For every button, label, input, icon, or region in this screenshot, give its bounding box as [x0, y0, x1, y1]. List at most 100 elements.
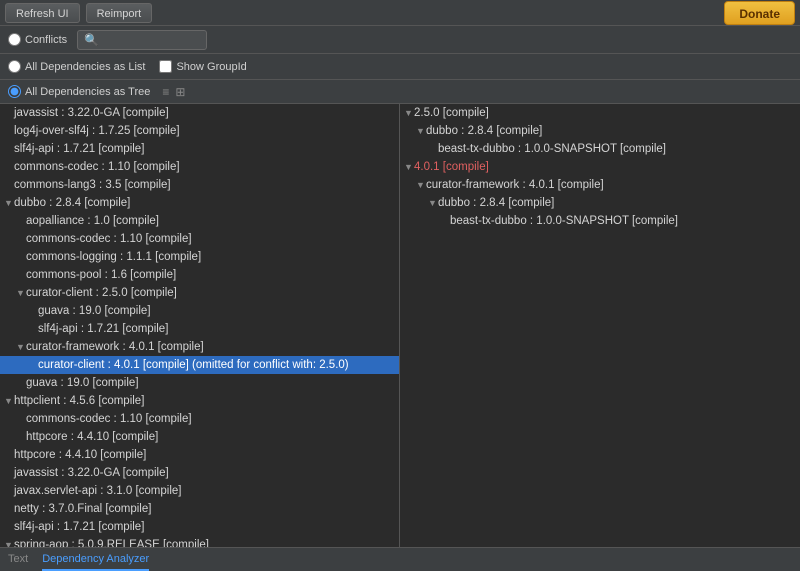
left-tree-item[interactable]: slf4j-api : 1.7.21 [compile]: [0, 518, 399, 536]
all-deps-tree-radio-group[interactable]: All Dependencies as Tree: [8, 85, 150, 98]
left-tree-item[interactable]: guava : 19.0 [compile]: [0, 302, 399, 320]
expand-arrow-icon: [16, 285, 26, 301]
left-tree-item[interactable]: log4j-over-slf4j : 1.7.25 [compile]: [0, 122, 399, 140]
tree-item-label: slf4j-api : 1.7.21 [compile]: [38, 321, 395, 337]
tree-item-label: spring-aop : 5.0.9.RELEASE [compile]: [14, 537, 395, 547]
left-tree-item[interactable]: netty : 3.7.0.Final [compile]: [0, 500, 399, 518]
tree-item-label: commons-codec : 1.10 [compile]: [14, 159, 395, 175]
right-tree-item[interactable]: beast-tx-dubbo : 1.0.0-SNAPSHOT [compile…: [400, 212, 800, 230]
left-tree-item[interactable]: commons-lang3 : 3.5 [compile]: [0, 176, 399, 194]
tree-item-label: javassist : 3.22.0-GA [compile]: [14, 465, 395, 481]
tree-item-label: javax.servlet-api : 3.1.0 [compile]: [14, 483, 395, 499]
tree-bar: All Dependencies as Tree ≡ ⊞: [0, 80, 800, 104]
left-tree-item[interactable]: dubbo : 2.8.4 [compile]: [0, 194, 399, 212]
tree-item-label: commons-codec : 1.10 [compile]: [26, 231, 395, 247]
expand-arrow-icon: [4, 393, 14, 409]
conflicts-radio-group[interactable]: Conflicts: [8, 33, 67, 46]
expand-arrow-icon: [428, 195, 438, 211]
expand-arrow-icon: [416, 123, 426, 139]
all-deps-list-radio-group[interactable]: All Dependencies as List: [8, 60, 145, 73]
left-tree-item[interactable]: commons-logging : 1.1.1 [compile]: [0, 248, 399, 266]
all-deps-tree-label: All Dependencies as Tree: [25, 86, 150, 98]
tree-item-label: curator-framework : 4.0.1 [compile]: [26, 339, 395, 355]
left-tree-item[interactable]: spring-aop : 5.0.9.RELEASE [compile]: [0, 536, 399, 547]
filter-bar: Conflicts 🔍: [0, 26, 800, 54]
donate-button[interactable]: Donate: [724, 1, 795, 25]
left-tree-item[interactable]: slf4j-api : 1.7.21 [compile]: [0, 320, 399, 338]
search-icon: 🔍: [84, 33, 99, 47]
expand-arrow-icon: [16, 339, 26, 355]
tree-item-label: httpclient : 4.5.6 [compile]: [14, 393, 395, 409]
all-deps-list-radio[interactable]: [8, 60, 21, 73]
reimport-button[interactable]: Reimport: [86, 3, 153, 23]
right-tree-item[interactable]: beast-tx-dubbo : 1.0.0-SNAPSHOT [compile…: [400, 140, 800, 158]
expand-arrow-icon: [4, 195, 14, 211]
show-groupid-label: Show GroupId: [176, 61, 246, 73]
options-bar: All Dependencies as List Show GroupId: [0, 54, 800, 80]
left-tree-item[interactable]: slf4j-api : 1.7.21 [compile]: [0, 140, 399, 158]
right-tree-item[interactable]: dubbo : 2.8.4 [compile]: [400, 194, 800, 212]
right-tree-item[interactable]: dubbo : 2.8.4 [compile]: [400, 122, 800, 140]
tree-item-label: 2.5.0 [compile]: [414, 105, 796, 121]
tree-item-label: beast-tx-dubbo : 1.0.0-SNAPSHOT [compile…: [438, 141, 796, 157]
tree-item-label: commons-pool : 1.6 [compile]: [26, 267, 395, 283]
tree-item-label: commons-lang3 : 3.5 [compile]: [14, 177, 395, 193]
toolbar: Refresh UI Reimport Donate: [0, 0, 800, 26]
tree-item-label: dubbo : 2.8.4 [compile]: [14, 195, 395, 211]
right-tree-item[interactable]: 4.0.1 [compile]: [400, 158, 800, 176]
left-tree-item[interactable]: curator-client : 2.5.0 [compile]: [0, 284, 399, 302]
conflicts-label: Conflicts: [25, 34, 67, 46]
all-deps-tree-radio[interactable]: [8, 85, 21, 98]
tab-dependency-analyzer[interactable]: Dependency Analyzer: [42, 549, 149, 571]
tree-item-label: guava : 19.0 [compile]: [26, 375, 395, 391]
tree-item-label: httpcore : 4.4.10 [compile]: [26, 429, 395, 445]
tree-item-label: commons-codec : 1.10 [compile]: [26, 411, 395, 427]
left-tree-item[interactable]: aopalliance : 1.0 [compile]: [0, 212, 399, 230]
tree-item-label: guava : 19.0 [compile]: [38, 303, 395, 319]
expand-arrow-icon: [416, 177, 426, 193]
tree-item-label: beast-tx-dubbo : 1.0.0-SNAPSHOT [compile…: [450, 213, 796, 229]
right-panel[interactable]: 2.5.0 [compile]dubbo : 2.8.4 [compile]be…: [400, 104, 800, 547]
right-tree-item[interactable]: curator-framework : 4.0.1 [compile]: [400, 176, 800, 194]
left-tree-item[interactable]: commons-pool : 1.6 [compile]: [0, 266, 399, 284]
tree-item-label: dubbo : 2.8.4 [compile]: [426, 123, 796, 139]
left-tree-item[interactable]: commons-codec : 1.10 [compile]: [0, 158, 399, 176]
all-deps-list-label: All Dependencies as List: [25, 61, 145, 73]
tree-item-label: slf4j-api : 1.7.21 [compile]: [14, 141, 395, 157]
search-input[interactable]: [99, 34, 200, 46]
left-tree-item[interactable]: javassist : 3.22.0-GA [compile]: [0, 464, 399, 482]
left-tree-item[interactable]: guava : 19.0 [compile]: [0, 374, 399, 392]
left-panel[interactable]: javassist : 3.22.0-GA [compile] log4j-ove…: [0, 104, 400, 547]
tab-bar: Text Dependency Analyzer: [0, 547, 800, 571]
left-tree-item[interactable]: httpcore : 4.4.10 [compile]: [0, 428, 399, 446]
tree-item-label: curator-client : 2.5.0 [compile]: [26, 285, 395, 301]
left-tree-item[interactable]: httpcore : 4.4.10 [compile]: [0, 446, 399, 464]
tree-item-label: netty : 3.7.0.Final [compile]: [14, 501, 395, 517]
left-tree-item[interactable]: javassist : 3.22.0-GA [compile]: [0, 104, 399, 122]
expand-arrow-icon: [4, 537, 14, 547]
tree-item-label: javassist : 3.22.0-GA [compile]: [14, 105, 395, 121]
tree-item-label: aopalliance : 1.0 [compile]: [26, 213, 395, 229]
tree-item-label: 4.0.1 [compile]: [414, 159, 796, 175]
left-tree-item[interactable]: curator-framework : 4.0.1 [compile]: [0, 338, 399, 356]
left-tree-item[interactable]: commons-codec : 1.10 [compile]: [0, 410, 399, 428]
tree-item-label: curator-framework : 4.0.1 [compile]: [426, 177, 796, 193]
tab-text[interactable]: Text: [8, 549, 28, 571]
left-tree-item[interactable]: javax.servlet-api : 3.1.0 [compile]: [0, 482, 399, 500]
left-tree-item[interactable]: curator-client : 4.0.1 [compile] (omitte…: [0, 356, 399, 374]
conflicts-radio[interactable]: [8, 33, 21, 46]
tree-item-label: curator-client : 4.0.1 [compile] (omitte…: [38, 357, 395, 373]
left-tree-item[interactable]: httpclient : 4.5.6 [compile]: [0, 392, 399, 410]
tree-item-label: log4j-over-slf4j : 1.7.25 [compile]: [14, 123, 395, 139]
sort-icon[interactable]: ≡: [162, 85, 169, 99]
expand-arrow-icon: [404, 105, 414, 121]
show-groupid-checkbox-group[interactable]: Show GroupId: [159, 60, 246, 73]
tree-item-label: httpcore : 4.4.10 [compile]: [14, 447, 395, 463]
expand-icon[interactable]: ⊞: [175, 85, 185, 99]
show-groupid-checkbox[interactable]: [159, 60, 172, 73]
refresh-button[interactable]: Refresh UI: [5, 3, 80, 23]
tree-item-label: slf4j-api : 1.7.21 [compile]: [14, 519, 395, 535]
expand-arrow-icon: [404, 159, 414, 175]
left-tree-item[interactable]: commons-codec : 1.10 [compile]: [0, 230, 399, 248]
right-tree-item[interactable]: 2.5.0 [compile]: [400, 104, 800, 122]
